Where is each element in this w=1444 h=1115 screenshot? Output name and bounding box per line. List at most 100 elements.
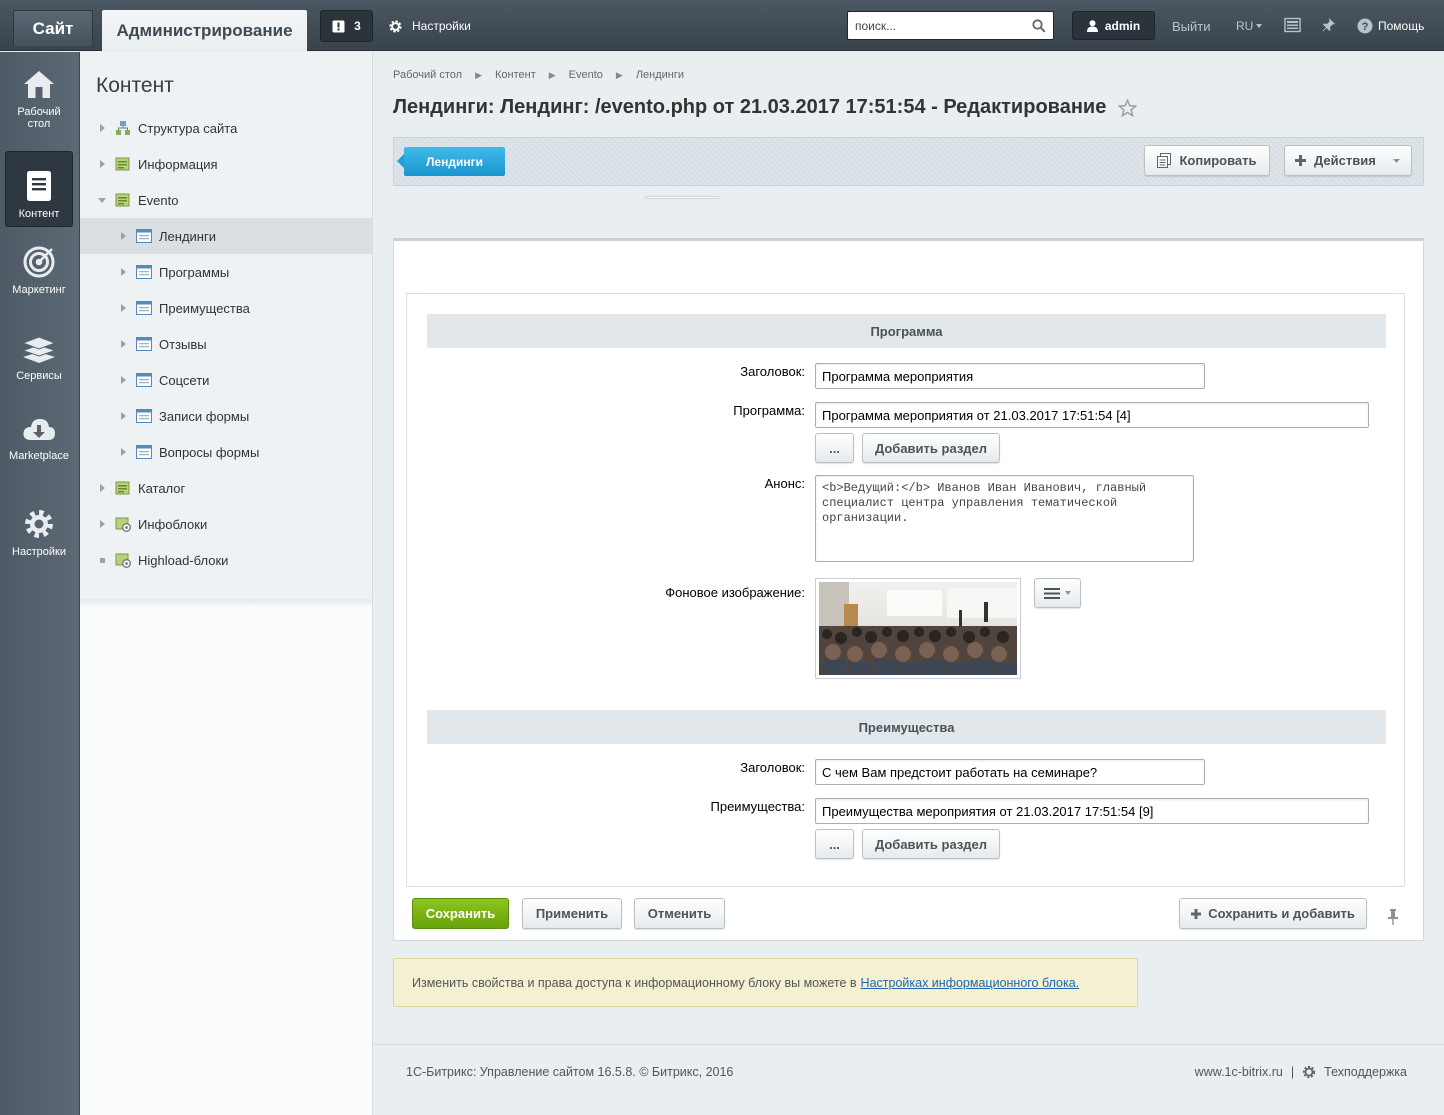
save-and-add-button[interactable]: Сохранить и добавить — [1179, 898, 1367, 929]
search-input[interactable] — [848, 12, 1023, 39]
sidebar-item-advantages[interactable]: Преимущества — [80, 290, 372, 326]
sidebar-item-label: Отзывы — [159, 336, 207, 352]
menu-marketplace[interactable]: Marketplace — [5, 398, 73, 474]
expand-arrow-icon[interactable] — [118, 267, 128, 277]
expand-arrow-icon[interactable] — [118, 231, 128, 241]
menu-settings[interactable]: Настройки — [5, 490, 73, 566]
notifications-button[interactable]: 3 — [320, 10, 373, 42]
sidebar-item-label: Информация — [138, 156, 218, 172]
expand-arrow-icon[interactable] — [118, 447, 128, 457]
settings-link[interactable]: Настройки — [388, 10, 471, 42]
save-and-add-label: Сохранить и добавить — [1208, 906, 1355, 921]
expand-arrow-icon[interactable] — [118, 303, 128, 313]
breadcrumb-item[interactable]: Контент — [495, 69, 536, 81]
star-icon[interactable] — [1118, 98, 1138, 117]
sidebar-divider — [80, 599, 372, 607]
breadcrumb-separator-icon: ▶ — [475, 69, 482, 80]
back-to-list-button[interactable]: Лендинги — [397, 147, 505, 176]
program-link-input[interactable] — [815, 402, 1369, 428]
page-title-text: Лендинги: Лендинг: /evento.php от 21.03.… — [393, 96, 1107, 118]
support-link[interactable]: Техподдержка — [1324, 1065, 1407, 1079]
copy-button[interactable]: Копировать — [1144, 145, 1270, 176]
collapse-arrow-icon[interactable] — [97, 195, 107, 205]
sidebar-item-form-questions[interactable]: Вопросы формы — [80, 434, 372, 470]
iblock-type-icon — [115, 480, 131, 496]
admin-tab[interactable]: Администрирование — [102, 10, 307, 51]
cancel-button[interactable]: Отменить — [634, 898, 725, 929]
sidebar-item-information[interactable]: Информация — [80, 146, 372, 182]
save-button[interactable]: Сохранить — [412, 898, 509, 929]
menu-marketing[interactable]: Маркетинг — [5, 228, 73, 304]
sidebar-item-highload[interactable]: Highload-блоки — [80, 542, 372, 578]
menu-marketing-label: Маркетинг — [12, 284, 66, 296]
expand-arrow-icon[interactable] — [97, 483, 107, 493]
iblock-icon — [136, 409, 152, 423]
breadcrumb-item[interactable]: Evento — [569, 69, 603, 81]
image-menu-button[interactable] — [1034, 578, 1081, 608]
background-image-preview[interactable] — [815, 578, 1021, 679]
expand-arrow-icon[interactable] — [97, 159, 107, 169]
pin-icon[interactable] — [1321, 17, 1336, 33]
sidebar-item-form-records[interactable]: Записи формы — [80, 398, 372, 434]
plus-icon — [1191, 908, 1202, 919]
sidebar-item-social[interactable]: Соцсети — [80, 362, 372, 398]
menu-content-label: Контент — [18, 208, 60, 220]
sidebar-item-label: Записи формы — [159, 408, 250, 424]
language-label: RU — [1236, 19, 1254, 33]
sidebar-item-label: Evento — [138, 192, 179, 208]
expand-arrow-icon[interactable] — [97, 519, 107, 529]
pin-icon[interactable] — [1388, 909, 1398, 925]
search-icon[interactable] — [1032, 19, 1046, 33]
copy-icon — [1157, 153, 1172, 168]
sidebar-item-label: Программы — [159, 264, 230, 280]
sidebar-item-reviews[interactable]: Отзывы — [80, 326, 372, 362]
iblock-settings-link[interactable]: Настройках информационного блока. — [861, 976, 1080, 990]
sidebar-item-catalog[interactable]: Каталог — [80, 470, 372, 506]
menu-content[interactable]: Контент — [5, 151, 73, 227]
layers-icon — [22, 334, 56, 364]
sidebar-item-label: Highload-блоки — [138, 552, 229, 568]
iblock-icon — [136, 373, 152, 387]
apply-button[interactable]: Применить — [522, 898, 622, 929]
home-icon — [23, 70, 55, 100]
tab-strip[interactable] — [645, 196, 719, 199]
keyboard-icon[interactable] — [1284, 17, 1301, 33]
sidebar-item-evento[interactable]: Evento — [80, 182, 372, 218]
help-icon: ? — [1357, 18, 1373, 34]
advantages-heading-input[interactable] — [815, 759, 1205, 785]
program-heading-input[interactable] — [815, 363, 1205, 389]
expand-arrow-icon[interactable] — [118, 411, 128, 421]
settings-label: Настройки — [412, 19, 471, 33]
footer-divider — [373, 1044, 1444, 1045]
menu-desktop[interactable]: Рабочий стол — [5, 52, 73, 130]
actions-button[interactable]: Действия — [1284, 145, 1412, 176]
heading-label: Заголовок: — [740, 760, 805, 775]
add-section-label: Добавить раздел — [874, 836, 988, 852]
help-link[interactable]: ? Помощь — [1357, 10, 1424, 42]
logout-link[interactable]: Выйти — [1172, 10, 1211, 42]
breadcrumb-item[interactable]: Лендинги — [636, 69, 684, 81]
browse-label: ... — [829, 440, 840, 456]
sidebar-item-landings[interactable]: Лендинги — [80, 218, 372, 254]
user-button[interactable]: admin — [1072, 11, 1155, 40]
browse-button[interactable]: ... — [815, 433, 854, 463]
advantages-link-input[interactable] — [815, 798, 1369, 824]
sidebar-item-programs[interactable]: Программы — [80, 254, 372, 290]
bitrix-site-link[interactable]: www.1c-bitrix.ru — [1195, 1065, 1283, 1079]
sidebar-item-infoblocks[interactable]: Инфоблоки — [80, 506, 372, 542]
breadcrumb-item[interactable]: Рабочий стол — [393, 69, 462, 81]
expand-arrow-icon[interactable] — [118, 339, 128, 349]
menu-services[interactable]: Сервисы — [5, 316, 73, 392]
apply-label: Применить — [535, 906, 609, 921]
announce-textarea[interactable]: <b>Ведущий:</b> Иванов Иван Иванович, гл… — [815, 475, 1194, 562]
language-select[interactable]: RU — [1236, 10, 1263, 42]
expand-arrow-icon[interactable] — [97, 123, 107, 133]
admin-tab-label: Администрирование — [116, 20, 293, 40]
add-section-button[interactable]: Добавить раздел — [862, 433, 1000, 463]
iblock-settings-icon — [115, 516, 131, 532]
expand-arrow-icon[interactable] — [118, 375, 128, 385]
add-section-button[interactable]: Добавить раздел — [862, 829, 1000, 859]
site-tab[interactable]: Сайт — [13, 10, 93, 46]
sidebar-item-site-structure[interactable]: Структура сайта — [80, 110, 372, 146]
browse-button[interactable]: ... — [815, 829, 854, 859]
